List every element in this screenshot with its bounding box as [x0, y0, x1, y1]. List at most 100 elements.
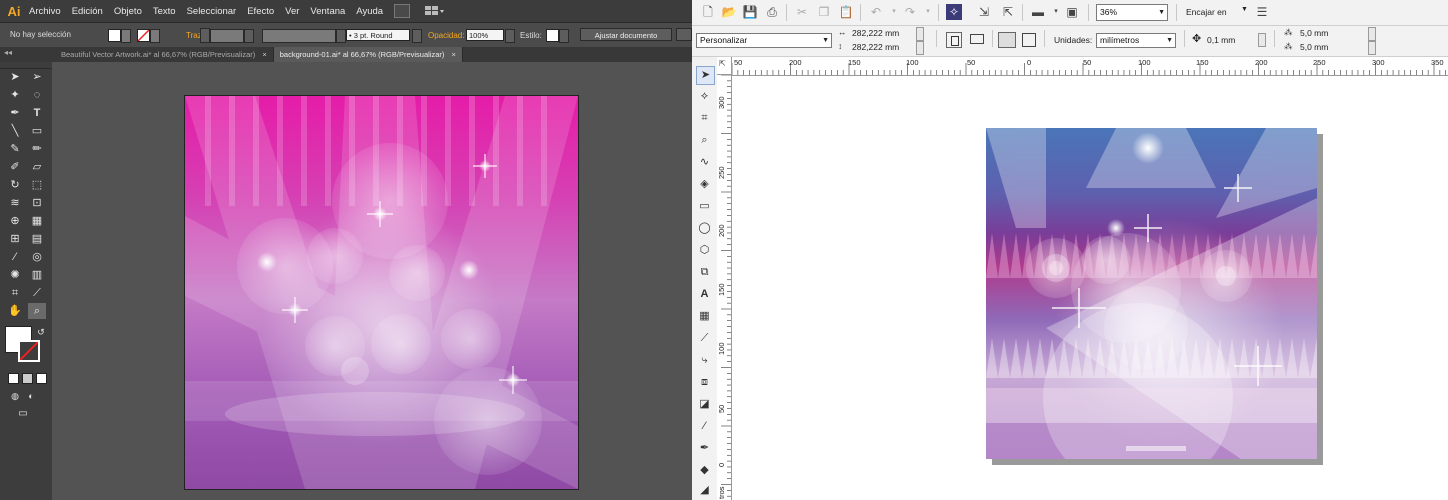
- undo-icon[interactable]: ↶: [868, 4, 884, 20]
- shape-tool-icon[interactable]: ⟡: [696, 88, 713, 105]
- menu-edicion[interactable]: Edición: [72, 6, 103, 17]
- brush-definition[interactable]: • 3 pt. Round: [346, 29, 410, 41]
- portrait-button[interactable]: [946, 32, 962, 48]
- search-content-icon[interactable]: ✧: [946, 4, 962, 20]
- preferences-button[interactable]: [676, 28, 692, 41]
- width-spinner[interactable]: [916, 27, 924, 41]
- tab-background-01[interactable]: background-01.ai* al 66,67% (RGB/Previsu…: [273, 47, 463, 62]
- redo-dropdown-icon[interactable]: ▾: [920, 4, 936, 20]
- swap-colors-icon[interactable]: ↺: [32, 324, 50, 340]
- arrange-documents-button[interactable]: [424, 5, 445, 17]
- save-icon[interactable]: 💾: [742, 4, 758, 20]
- fill-dropdown[interactable]: [121, 29, 131, 43]
- style-dropdown[interactable]: [559, 29, 569, 43]
- duplicate-x-spinner[interactable]: [1368, 27, 1376, 41]
- profile-dropdown[interactable]: [336, 29, 346, 43]
- magic-wand-icon[interactable]: ✦: [6, 87, 24, 103]
- smart-fill-icon[interactable]: ◈: [696, 176, 713, 193]
- page-size-select[interactable]: Personalizar ▼: [696, 33, 832, 48]
- stroke-color-swatch[interactable]: [18, 340, 40, 362]
- hand-tool-icon[interactable]: ✋: [6, 303, 24, 319]
- menu-ventana[interactable]: Ventana: [310, 6, 345, 17]
- units-select[interactable]: milímetros ▼: [1096, 33, 1176, 48]
- polygon-tool-icon[interactable]: ⬡: [696, 242, 713, 259]
- publish-pdf-icon[interactable]: ▬: [1030, 4, 1046, 20]
- symbol-sprayer-icon[interactable]: ✺: [6, 267, 24, 283]
- rectangle-tool-icon[interactable]: ▭: [696, 198, 713, 215]
- ellipse-tool-icon[interactable]: ◯: [696, 220, 713, 237]
- warp-tool-icon[interactable]: ≋: [6, 195, 24, 211]
- blend-tool-icon[interactable]: ◎: [28, 249, 46, 265]
- open-icon[interactable]: 📂: [721, 4, 737, 20]
- page-height-field[interactable]: 282,222 mm: [852, 42, 899, 52]
- all-pages-button[interactable]: [998, 32, 1016, 48]
- pencil-icon[interactable]: ✏: [28, 141, 46, 157]
- duplicate-y-field[interactable]: 5,0 mm: [1300, 42, 1328, 52]
- free-transform-icon[interactable]: ⊡: [28, 195, 46, 211]
- menu-archivo[interactable]: Archivo: [29, 6, 61, 17]
- paintbrush-icon[interactable]: ✎: [6, 141, 24, 157]
- snap-to-label[interactable]: Encajar en: [1186, 7, 1227, 17]
- adjust-document-button[interactable]: Ajustar documento: [580, 28, 672, 41]
- eyedropper-icon[interactable]: ⁄: [6, 249, 24, 265]
- stroke-weight-dropdown[interactable]: [244, 29, 254, 43]
- corel-page-artwork[interactable]: [986, 128, 1317, 459]
- type-tool-icon[interactable]: T: [28, 105, 46, 121]
- new-document-icon[interactable]: 🗋: [700, 4, 716, 20]
- ruler-origin[interactable]: ⇱: [717, 57, 732, 75]
- text-tool-icon[interactable]: A: [696, 286, 713, 303]
- collapse-icon[interactable]: ◂◂: [4, 48, 12, 57]
- blob-brush-icon[interactable]: ✐: [6, 159, 24, 175]
- zoom-level-select[interactable]: 36% ▼: [1096, 4, 1168, 21]
- basic-shapes-icon[interactable]: ⧉: [696, 264, 713, 281]
- vertical-ruler[interactable]: 300 250 200 150 100 50 0 tros: [717, 75, 732, 500]
- export-icon[interactable]: ⇱: [1000, 4, 1016, 20]
- redo-icon[interactable]: ↷: [902, 4, 918, 20]
- menu-texto[interactable]: Texto: [153, 6, 176, 17]
- undo-dropdown-icon[interactable]: ▾: [886, 4, 902, 20]
- shape-builder-icon[interactable]: ⊕: [6, 213, 24, 229]
- fill-swatch[interactable]: [108, 29, 121, 42]
- menu-ayuda[interactable]: Ayuda: [356, 6, 383, 17]
- print-icon[interactable]: ⎙: [764, 4, 780, 20]
- menu-seleccionar[interactable]: Seleccionar: [187, 6, 237, 17]
- opacity-field[interactable]: 100%: [466, 29, 504, 41]
- crop-tool-icon[interactable]: ⌗: [696, 110, 713, 127]
- eyedropper-icon[interactable]: ⁄: [696, 418, 713, 435]
- fill-tool-icon[interactable]: ◆: [696, 462, 713, 479]
- perspective-grid-icon[interactable]: ▦: [28, 213, 46, 229]
- cut-icon[interactable]: ✂: [794, 4, 810, 20]
- tab-beautiful-vector-artwork[interactable]: Beautiful Vector Artwork.ai* al 66,67% (…: [55, 47, 274, 62]
- gradient-tool-icon[interactable]: ▤: [28, 231, 46, 247]
- interactive-fill-icon[interactable]: ◢: [696, 482, 713, 499]
- opacity-label[interactable]: Opacidad:: [428, 31, 464, 40]
- eraser-icon[interactable]: ▱: [28, 159, 46, 175]
- line-tool-icon[interactable]: ╲: [6, 123, 24, 139]
- pen-tool-icon[interactable]: ✒: [6, 105, 24, 121]
- rotate-tool-icon[interactable]: ↻: [6, 177, 24, 193]
- menu-ver[interactable]: Ver: [285, 6, 299, 17]
- table-tool-icon[interactable]: ▦: [696, 308, 713, 325]
- connector-tool-icon[interactable]: ⤷: [696, 352, 713, 369]
- scale-tool-icon[interactable]: ⬚: [28, 177, 46, 193]
- screen-mode-icon[interactable]: ▭: [14, 406, 32, 422]
- snap-dropdown-icon[interactable]: ▼: [1241, 6, 1248, 13]
- nudge-distance-field[interactable]: 0,1 mm: [1207, 35, 1235, 45]
- lasso-icon[interactable]: ◌: [28, 87, 46, 103]
- draw-behind-icon[interactable]: ◐: [22, 388, 40, 404]
- graphic-style-swatch[interactable]: [546, 29, 559, 42]
- outline-pen-icon[interactable]: ✒: [696, 440, 713, 457]
- close-icon[interactable]: ×: [262, 50, 266, 59]
- freehand-tool-icon[interactable]: ∿: [696, 154, 713, 171]
- blend-tool-icon[interactable]: ⧈: [696, 374, 713, 391]
- rectangle-tool-icon[interactable]: ▭: [28, 123, 46, 139]
- direct-selection-tool-icon[interactable]: ➢: [28, 69, 46, 85]
- duplicate-y-spinner[interactable]: [1368, 41, 1376, 55]
- artboard-tool-icon[interactable]: ⌗: [6, 285, 24, 301]
- app-launcher-dropdown-icon[interactable]: ▾: [1048, 4, 1064, 20]
- opacity-dropdown[interactable]: [505, 29, 515, 43]
- duplicate-x-field[interactable]: 5,0 mm: [1300, 28, 1328, 38]
- paste-icon[interactable]: 📋: [838, 4, 854, 20]
- mesh-tool-icon[interactable]: ⊞: [6, 231, 24, 247]
- slice-tool-icon[interactable]: ⟋: [28, 285, 46, 301]
